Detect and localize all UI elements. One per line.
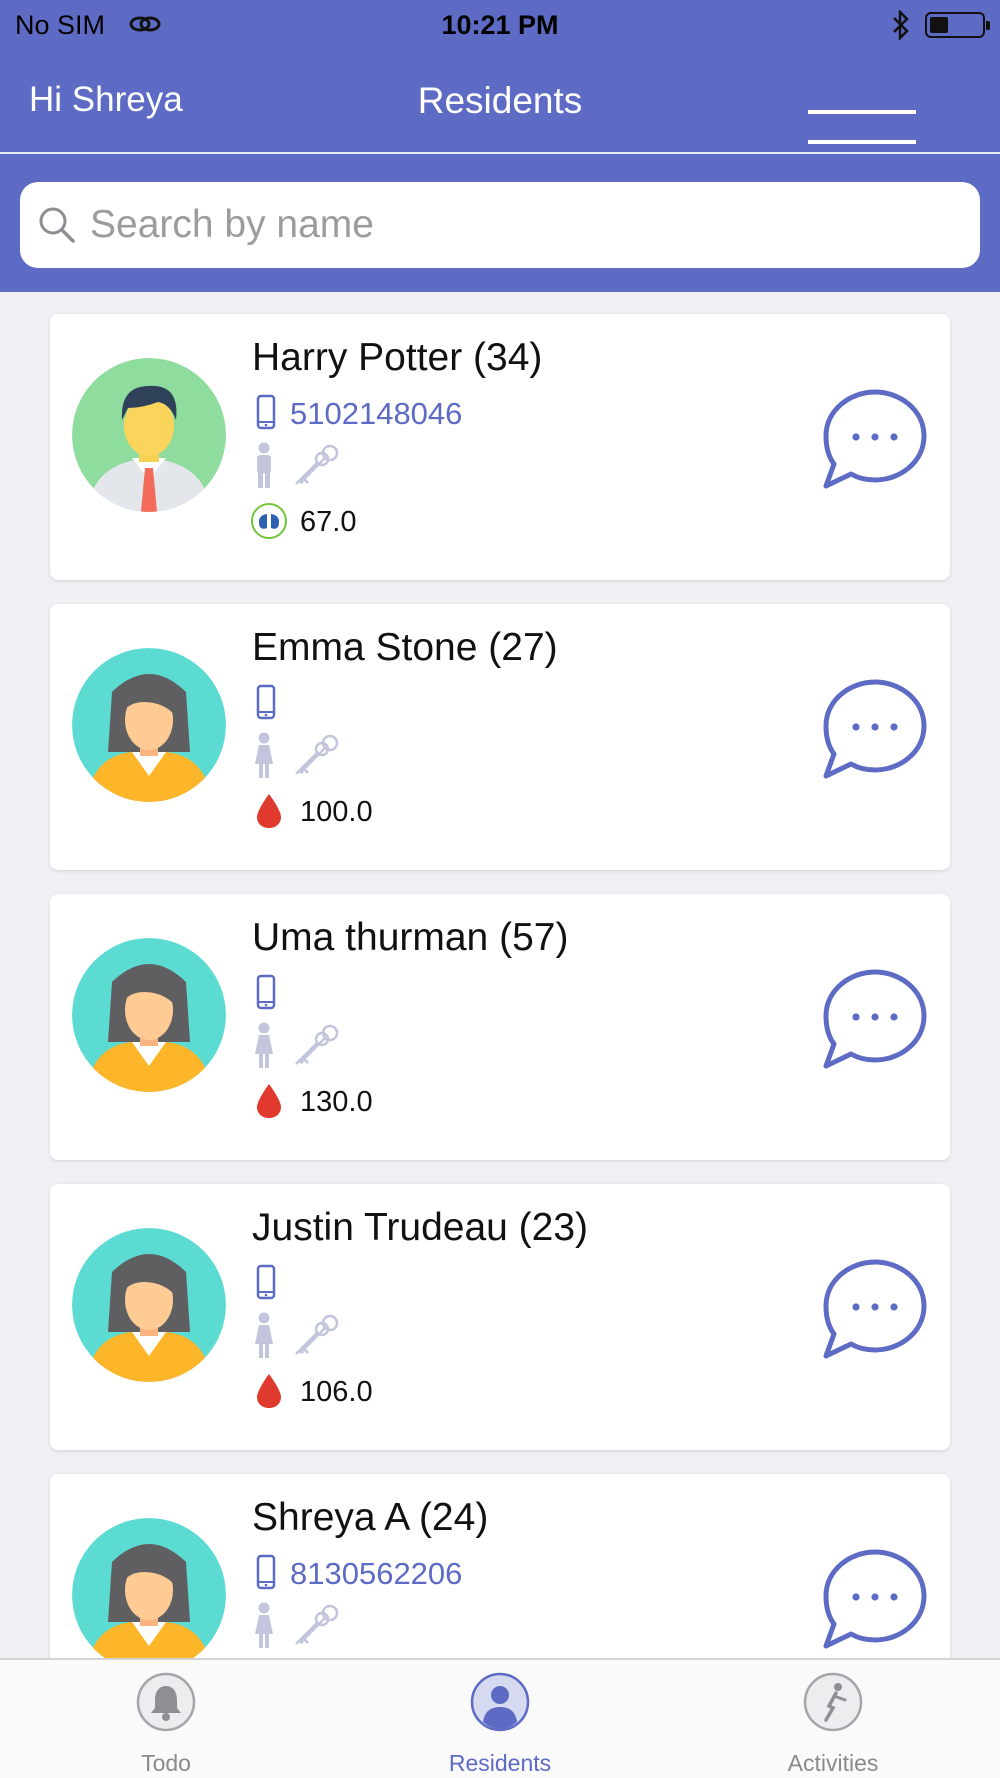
resident-icons [254, 1602, 354, 1652]
tab-residents[interactable]: Residents [400, 1660, 600, 1778]
phone-number[interactable]: 5102148046 [290, 396, 462, 432]
residents-list[interactable]: Harry Potter (34) 5102148046 67.0 Emma S… [0, 292, 1000, 1658]
reading-value: 106.0 [300, 1376, 373, 1408]
keys-icon [292, 1604, 340, 1653]
bluetooth-icon [890, 8, 912, 45]
avatar [72, 1228, 226, 1382]
tab-label: Activities [787, 1750, 879, 1776]
resident-name: Justin Trudeau (23) [252, 1206, 589, 1249]
search-icon [38, 206, 76, 249]
phone-icon [256, 1554, 276, 1595]
female-person-icon [254, 1312, 274, 1365]
chat-button[interactable] [820, 964, 930, 1074]
activity-icon [803, 1672, 863, 1737]
nav-bar: Hi Shreya Residents [0, 50, 1000, 154]
resident-name: Uma thurman (57) [252, 916, 569, 959]
clock: 10:21 PM [441, 10, 559, 40]
female-person-icon [254, 732, 274, 785]
keys-icon [292, 1314, 340, 1363]
chat-button[interactable] [820, 1544, 930, 1654]
phone-icon [256, 394, 276, 435]
hamburger-menu-icon[interactable] [808, 110, 916, 154]
bell-icon [136, 1672, 196, 1737]
avatar [72, 648, 226, 802]
blood-drop-icon [250, 792, 288, 835]
chat-button[interactable] [820, 1254, 930, 1364]
search-area [0, 154, 1000, 292]
tab-todo[interactable]: Todo [66, 1660, 266, 1778]
tab-label: Residents [448, 1750, 552, 1776]
resident-card[interactable]: Emma Stone (27) 100.0 [50, 604, 950, 870]
lungs-icon [250, 502, 288, 545]
tab-label: Todo [141, 1750, 191, 1776]
keys-icon [292, 1024, 340, 1073]
avatar [72, 938, 226, 1092]
resident-card[interactable]: Shreya A (24) 8130562206 [50, 1474, 950, 1658]
search-input[interactable] [90, 190, 960, 260]
battery-icon [925, 12, 990, 38]
avatar [72, 1518, 226, 1658]
reading-value: 100.0 [300, 796, 373, 828]
resident-name: Shreya A (24) [252, 1496, 489, 1539]
female-person-icon [254, 1022, 274, 1075]
reading-value: 130.0 [300, 1086, 373, 1118]
tab-activities[interactable]: Activities [733, 1660, 933, 1778]
female-person-icon [254, 1602, 274, 1655]
resident-icons [254, 1022, 354, 1072]
keys-icon [292, 444, 340, 493]
resident-name: Emma Stone (27) [252, 626, 558, 669]
chat-button[interactable] [820, 674, 930, 784]
resident-icons [254, 732, 354, 782]
tab-bar: Todo Residents Activities [0, 1658, 1000, 1778]
resident-card[interactable]: Uma thurman (57) 130.0 [50, 894, 950, 1160]
blood-drop-icon [250, 1082, 288, 1125]
resident-card[interactable]: Harry Potter (34) 5102148046 67.0 [50, 314, 950, 580]
resident-icons [254, 1312, 354, 1362]
phone-icon [256, 684, 276, 725]
phone-number[interactable]: 8130562206 [290, 1556, 462, 1592]
resident-icons [254, 442, 354, 492]
person-icon [470, 1672, 530, 1737]
blood-drop-icon [250, 1372, 288, 1415]
phone-icon [256, 974, 276, 1015]
status-bar: No SIM 10:21 PM [0, 0, 1000, 50]
male-person-icon [254, 442, 274, 495]
search-box[interactable] [20, 182, 980, 268]
keys-icon [292, 734, 340, 783]
chat-button[interactable] [820, 384, 930, 494]
phone-icon [256, 1264, 276, 1305]
resident-name: Harry Potter (34) [252, 336, 543, 379]
avatar [72, 358, 226, 512]
resident-card[interactable]: Justin Trudeau (23) 106.0 [50, 1184, 950, 1450]
reading-value: 67.0 [300, 506, 357, 538]
